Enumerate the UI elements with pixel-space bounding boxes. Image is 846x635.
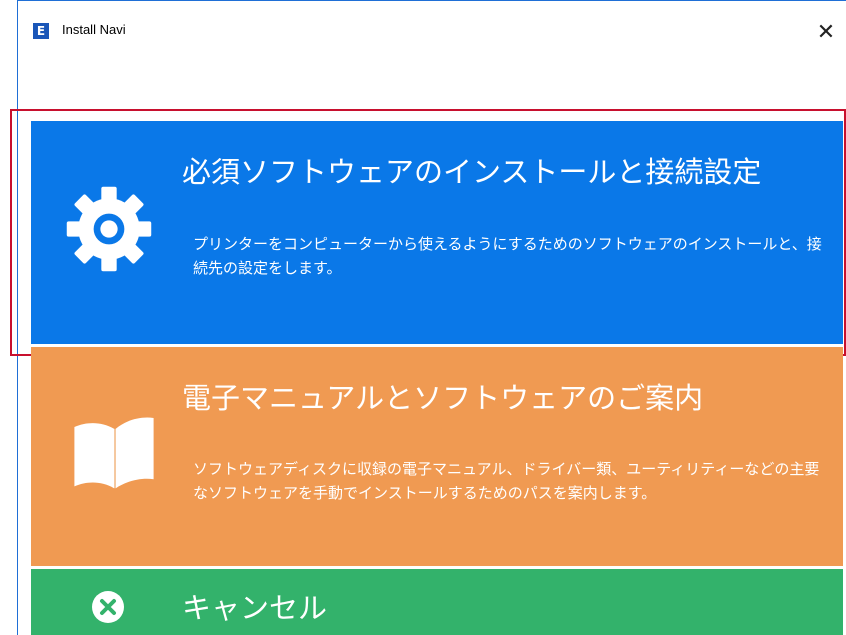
gear-icon [66, 186, 152, 272]
app-icon: E [33, 23, 49, 39]
manual-title: 電子マニュアルとソフトウェアのご案内 [182, 381, 704, 415]
manual-guide-button[interactable]: 電子マニュアルとソフトウェアのご案内 ソフトウェアディスクに収録の電子マニュアル… [31, 347, 843, 566]
install-description: プリンターをコンピューターから使えるようにするためのソフトウェアのインストールと… [193, 235, 822, 277]
close-button[interactable]: ✕ [806, 13, 846, 53]
cancel-button[interactable]: キャンセル [31, 569, 843, 635]
book-icon [74, 417, 154, 489]
close-icon: ✕ [816, 20, 836, 45]
window-title: Install Navi [62, 22, 126, 37]
install-title: 必須ソフトウェアのインストールと接続設定 [182, 155, 762, 189]
cancel-title: キャンセル [182, 591, 328, 625]
install-software-button[interactable]: 必須ソフトウェアのインストールと接続設定 プリンターをコンピューターから使えるよ… [31, 121, 843, 344]
title-bar: E Install Navi ✕ [18, 1, 846, 45]
cancel-icon [92, 591, 124, 623]
manual-description: ソフトウェアディスクに収録の電子マニュアル、ドライバー類、ユーティリティーなどの… [193, 460, 820, 502]
